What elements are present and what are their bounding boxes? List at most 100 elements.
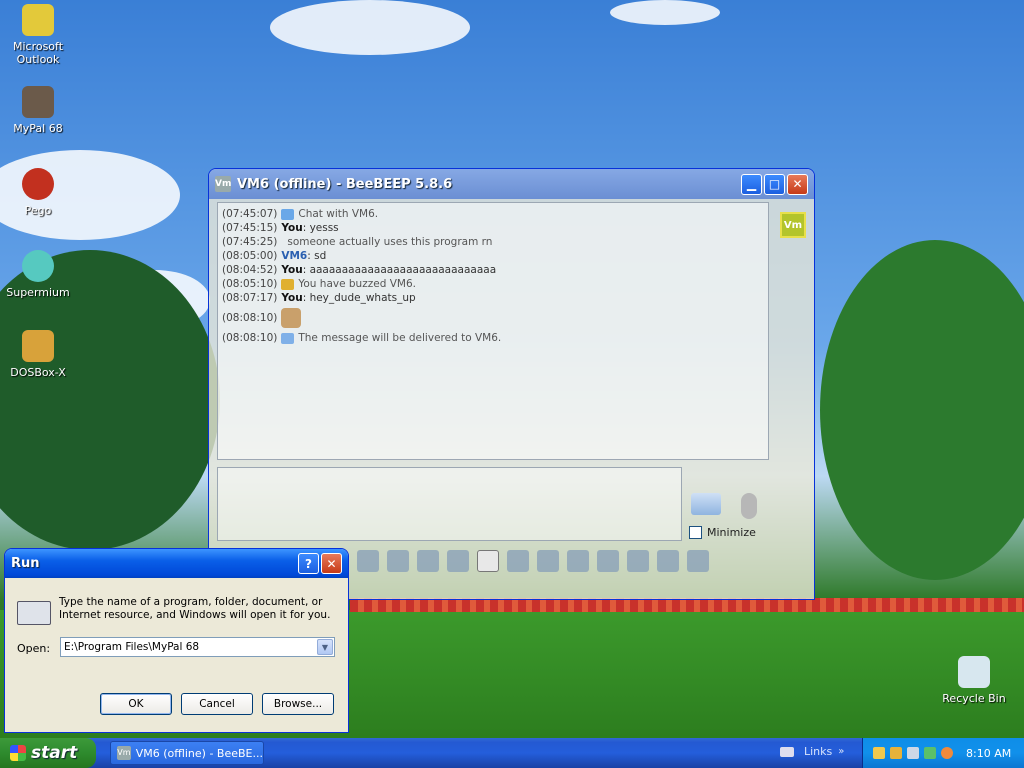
window-title: VM6 (offline) - BeeBEEP 5.8.6 <box>237 176 453 192</box>
save-icon[interactable] <box>687 550 709 572</box>
chat-bubble-icon <box>281 208 295 220</box>
user-badge[interactable]: Vm <box>780 212 806 238</box>
message-text: : aaaaaaaaaaaaaaaaaaaaaaaaaaaaa <box>302 264 497 276</box>
chat-message: (08:04:52) You: aaaaaaaaaaaaaaaaaaaaaaaaa… <box>222 263 764 277</box>
taskbar-item-beebeep[interactable]: Vm VM6 (offline) - BeeBE... <box>110 741 264 765</box>
desktop-icon-label: DOSBox-X <box>10 366 66 379</box>
desktop-icon-label: Recycle Bin <box>942 692 1006 705</box>
chevron-right-icon[interactable]: » <box>838 746 844 757</box>
open-input[interactable] <box>61 640 317 654</box>
desktop-icon-recycle-bin[interactable]: Recycle Bin <box>936 656 1012 705</box>
spellcheck-icon[interactable] <box>417 550 439 572</box>
recycle-bin-icon <box>958 656 990 688</box>
gear-icon[interactable] <box>387 550 409 572</box>
message-sender: You <box>281 292 303 304</box>
maximize-button[interactable]: □ <box>764 173 785 195</box>
cloud <box>270 0 470 55</box>
ok-button[interactable]: OK <box>100 693 172 715</box>
vm-app-icon: Vm <box>117 746 131 760</box>
file-icon[interactable] <box>507 550 529 572</box>
chat-message: (08:08:10) <box>222 305 764 331</box>
close-button[interactable]: ✕ <box>787 173 808 195</box>
desktop-icon-dosbox[interactable]: DOSBox-X <box>0 330 76 379</box>
system-tray: 8:10 AM <box>862 738 1024 768</box>
vm-app-icon: Vm <box>215 176 231 192</box>
message-timestamp: (08:08:10) <box>222 332 278 344</box>
desktop-icon-label: Pego <box>24 204 52 217</box>
chat-message: (07:45:15) You: yesss <box>222 221 764 235</box>
user-panel: Vm <box>777 202 809 592</box>
outlook-icon <box>22 4 54 36</box>
chat-history[interactable]: (07:45:07) Chat with VM6. (07:45:15) You: y… <box>217 202 769 460</box>
message-sender: You <box>281 264 303 276</box>
minimize-checkbox[interactable] <box>689 526 702 539</box>
message-timestamp: (07:45:07) <box>222 208 278 220</box>
maximize-icon: □ <box>768 177 781 191</box>
font-icon[interactable] <box>447 550 469 572</box>
send-message-icon[interactable] <box>691 493 721 515</box>
network-icon[interactable] <box>907 747 919 759</box>
desktop-icon-outlook[interactable]: Microsoft Outlook <box>0 4 76 66</box>
run-close-button[interactable]: ✕ <box>321 553 342 574</box>
tray-app-icon[interactable] <box>873 747 885 759</box>
notes-icon[interactable] <box>657 550 679 572</box>
message-text: : sd <box>307 250 327 262</box>
windows-flag-icon <box>10 745 26 761</box>
clock[interactable]: 8:10 AM <box>966 747 1011 760</box>
browse-button[interactable]: Browse... <box>262 693 334 715</box>
chat-message: (07:45:25) someone actually uses this pro… <box>222 235 764 249</box>
start-button[interactable]: start <box>0 738 96 768</box>
refresh-icon[interactable] <box>924 747 936 759</box>
flower-bed <box>350 598 1024 612</box>
chevron-down-icon[interactable]: ▼ <box>317 639 333 655</box>
desktop-icon-label: Microsoft Outlook <box>12 40 64 66</box>
run-program-icon <box>17 601 51 625</box>
message-input[interactable] <box>217 467 682 541</box>
minimize-button[interactable]: ▁ <box>741 173 762 195</box>
supermium-icon <box>22 250 54 282</box>
chat-message: (08:07:17) You: hey_dude_whats_up <box>222 291 764 305</box>
music-note-icon[interactable] <box>477 550 499 572</box>
chat-message: (08:08:10) The message will be delivered … <box>222 331 764 345</box>
thumbs-up-icon <box>281 308 302 328</box>
message-timestamp: (08:05:10) <box>222 278 278 290</box>
arrow-icon[interactable] <box>537 550 559 572</box>
cancel-button[interactable]: Cancel <box>181 693 253 715</box>
shield-icon[interactable] <box>890 747 902 759</box>
run-titlebar[interactable]: Run ? ✕ <box>5 549 348 578</box>
desktop-icon-mypal[interactable]: MyPal 68 <box>0 86 76 135</box>
chat-message: (07:45:07) Chat with VM6. <box>222 207 764 221</box>
beebeep-titlebar[interactable]: Vm VM6 (offline) - BeeBEEP 5.8.6 ▁ □ ✕ <box>209 169 814 199</box>
minimize-icon: ▁ <box>746 177 757 191</box>
bell-icon <box>281 278 295 290</box>
message-text: : hey_dude_whats_up <box>302 292 416 304</box>
links-label: Links <box>804 745 833 758</box>
message-text: The message will be delivered to VM6. <box>298 332 502 344</box>
help-button[interactable]: ? <box>298 553 319 574</box>
close-icon: ✕ <box>326 556 337 571</box>
desktop-icon-supermium[interactable]: Supermium <box>0 250 76 299</box>
taskbar-item-label: VM6 (offline) - BeeBE... <box>135 746 263 760</box>
run-dialog: Run ? ✕ Type the name of a program, fold… <box>4 548 349 733</box>
minimize-checkbox-row[interactable]: Minimize <box>689 526 756 539</box>
beebeep-window: Vm VM6 (offline) - BeeBEEP 5.8.6 ▁ □ ✕ (… <box>208 168 815 600</box>
keyboard-icon[interactable] <box>780 746 794 757</box>
code-icon[interactable] <box>567 550 589 572</box>
dosbox-icon <box>22 330 54 362</box>
message-text: Chat with VM6. <box>298 208 379 220</box>
open-label: Open: <box>17 642 51 655</box>
record-icon[interactable] <box>597 550 619 572</box>
minimize-label: Minimize <box>707 526 756 539</box>
screenshot-icon[interactable] <box>627 550 649 572</box>
desktop-icon-pego[interactable]: Pego <box>0 168 76 217</box>
desktop-icon-label: Supermium <box>6 286 70 299</box>
open-combobox[interactable]: ▼ <box>60 637 335 657</box>
chat-toolbar <box>357 550 717 572</box>
brush-icon[interactable] <box>357 550 379 572</box>
links-toolbar[interactable]: Links » <box>780 745 844 758</box>
tree <box>820 240 1024 580</box>
microphone-icon[interactable] <box>741 493 757 519</box>
message-timestamp: (07:45:25) <box>222 236 278 248</box>
search-icon[interactable] <box>941 747 953 759</box>
desktop-icon-label: MyPal 68 <box>13 122 63 135</box>
